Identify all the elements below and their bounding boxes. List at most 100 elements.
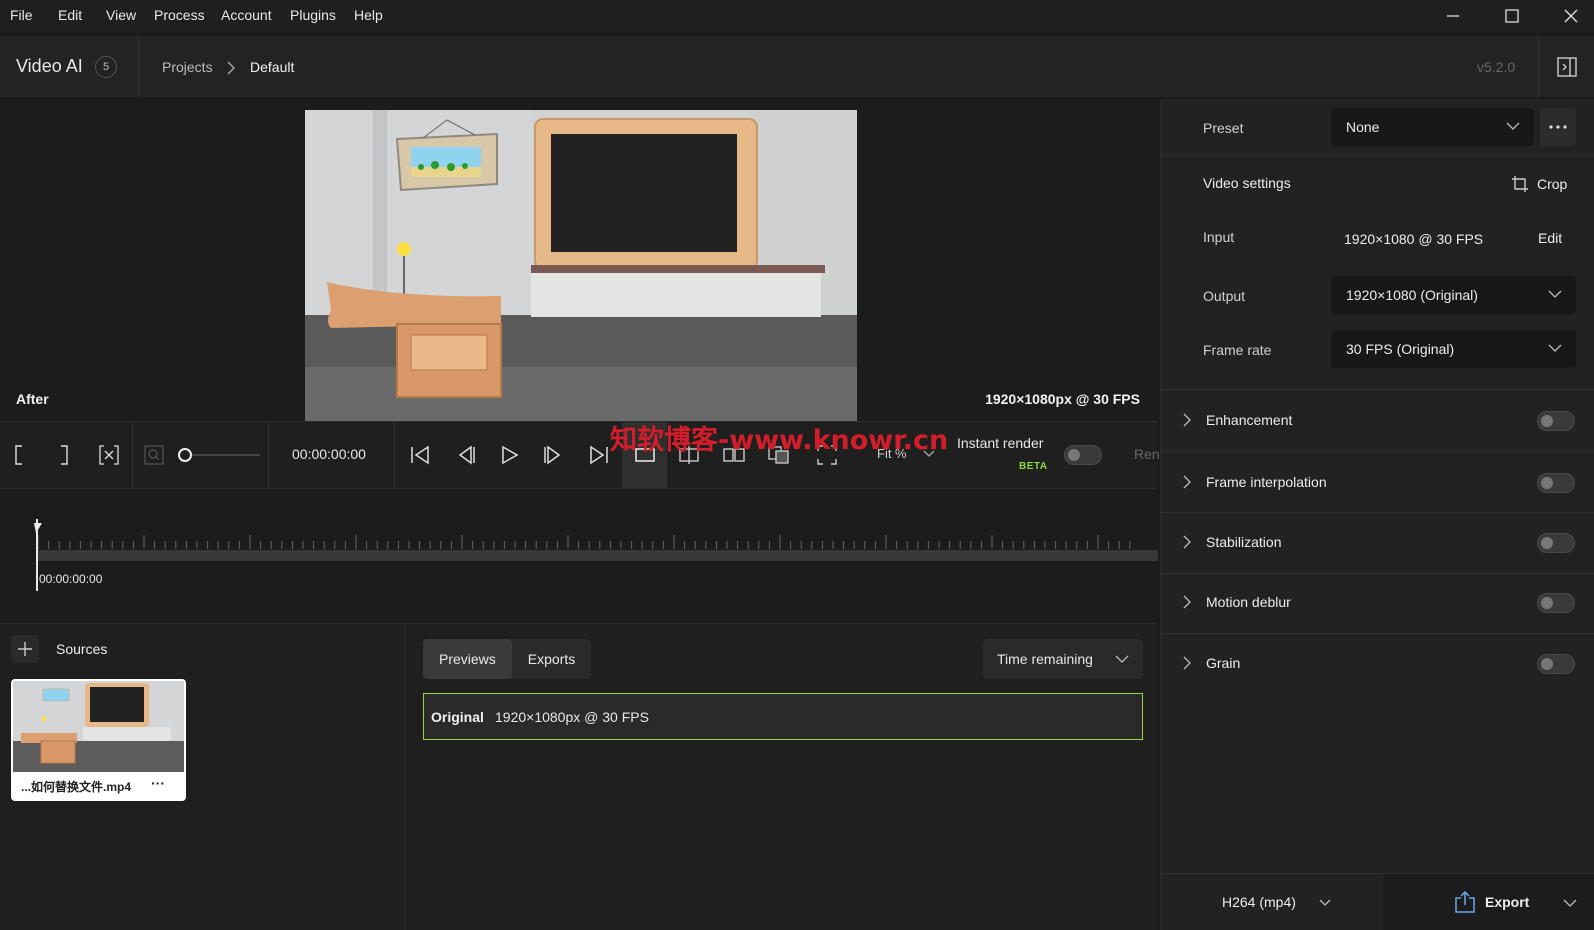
playhead-handle-icon[interactable]: [34, 523, 44, 533]
menu-plugins[interactable]: Plugins: [290, 7, 336, 23]
frame-rate-value: 30 FPS (Original): [1346, 341, 1455, 357]
go-to-start-button[interactable]: [405, 422, 435, 488]
preset-label: Preset: [1203, 120, 1244, 136]
more-horizontal-icon: [1549, 125, 1567, 129]
clear-points-button[interactable]: [95, 422, 123, 488]
enhancement-toggle[interactable]: [1537, 411, 1575, 431]
chevron-down-icon: [1548, 344, 1562, 352]
codec-select[interactable]: H264 (mp4): [1161, 874, 1383, 930]
grain-toggle[interactable]: [1537, 654, 1575, 674]
close-button[interactable]: [1542, 0, 1594, 32]
view-mode-label: After: [16, 391, 49, 407]
zoom-icon: [144, 445, 164, 465]
frame-interpolation-toggle[interactable]: [1537, 473, 1575, 493]
panel-divider: [1161, 155, 1594, 156]
preview-name: Original: [431, 709, 484, 725]
play-icon: [502, 445, 519, 465]
frame-rate-select[interactable]: 30 FPS (Original): [1331, 330, 1576, 368]
previous-frame-button[interactable]: [450, 422, 480, 488]
crop-icon: [1512, 176, 1528, 192]
panel-toggle-button[interactable]: [1538, 36, 1594, 98]
next-frame-button[interactable]: [539, 422, 569, 488]
chevron-down-icon: [1319, 899, 1331, 906]
timeline[interactable]: 00:00:00:00: [0, 489, 1158, 621]
section-stabilization[interactable]: Stabilization: [1161, 513, 1594, 573]
source-more-button[interactable]: ···: [151, 775, 165, 791]
minimize-button[interactable]: [1424, 0, 1482, 32]
toolbar-divider: [268, 422, 269, 488]
tab-exports[interactable]: Exports: [512, 639, 591, 679]
crop-label: Crop: [1537, 176, 1568, 192]
previews-panel: Previews Exports Time remaining Original…: [407, 623, 1158, 930]
menu-view[interactable]: View: [106, 7, 136, 23]
video-frame[interactable]: [305, 110, 857, 421]
section-grain[interactable]: Grain: [1161, 634, 1594, 694]
source-card[interactable]: ...如何替换文件.mp4 ···: [11, 679, 186, 801]
sources-title: Sources: [56, 641, 108, 657]
panel-divider: [1161, 451, 1594, 452]
step-back-icon: [458, 445, 475, 465]
export-button[interactable]: Export: [1383, 874, 1594, 930]
sort-select[interactable]: Time remaining: [983, 639, 1143, 679]
set-out-point-button[interactable]: [53, 422, 75, 488]
menu-edit[interactable]: Edit: [58, 7, 82, 23]
zoom-timeline-button[interactable]: [142, 422, 166, 488]
current-timecode[interactable]: 00:00:00:00: [292, 446, 366, 462]
stabilization-toggle[interactable]: [1537, 533, 1575, 553]
tab-previews[interactable]: Previews: [423, 639, 512, 679]
playback-toolbar: 00:00:00:00 Fit % Instant render BETA Re…: [0, 421, 1160, 489]
video-frame-image: [305, 110, 857, 421]
preset-select[interactable]: None: [1331, 108, 1534, 146]
preview-resolution: 1920×1080px @ 30 FPS: [495, 709, 649, 725]
add-source-button[interactable]: [11, 635, 39, 663]
menu-process[interactable]: Process: [154, 7, 205, 23]
chevron-right-icon: [1183, 656, 1191, 670]
maximize-button[interactable]: [1483, 0, 1541, 32]
section-title: Motion deblur: [1206, 594, 1291, 610]
section-title: Stabilization: [1206, 534, 1282, 550]
bracket-left-icon: [15, 445, 22, 465]
preset-more-button[interactable]: [1540, 108, 1576, 146]
timeline-track[interactable]: [36, 550, 1158, 561]
menu-account[interactable]: Account: [221, 7, 272, 23]
menu-help[interactable]: Help: [354, 7, 383, 23]
bracket-right-icon: [61, 445, 68, 465]
watermark: 知软博客-www.knowr.cn: [610, 425, 949, 456]
zoom-slider[interactable]: [176, 422, 262, 488]
output-select[interactable]: 1920×1080 (Original): [1331, 276, 1576, 314]
version-label: v5.2.0: [1477, 59, 1516, 75]
set-in-point-button[interactable]: [8, 422, 30, 488]
motion-deblur-toggle[interactable]: [1537, 593, 1575, 613]
section-motion-deblur[interactable]: Motion deblur: [1161, 573, 1594, 633]
source-thumbnail: [13, 681, 184, 772]
toolbar-divider: [394, 422, 395, 488]
render-button[interactable]: Ren: [1134, 446, 1160, 462]
sources-panel: Sources ...如何替换文件.mp4 ···: [0, 623, 406, 930]
video-settings-label: Video settings: [1203, 175, 1291, 191]
section-frame-interpolation[interactable]: Frame interpolation: [1161, 453, 1594, 513]
minimize-icon: [1447, 15, 1459, 17]
menu-file[interactable]: File: [10, 7, 33, 23]
edit-input-button[interactable]: Edit: [1538, 230, 1562, 246]
chevron-right-icon: [1183, 595, 1191, 609]
section-enhancement[interactable]: Enhancement: [1161, 391, 1594, 451]
chevron-down-icon[interactable]: [1563, 899, 1577, 907]
section-title: Frame interpolation: [1206, 474, 1327, 490]
frame-rate-label: Frame rate: [1203, 342, 1272, 358]
source-file-name: ...如何替换文件.mp4: [21, 780, 132, 794]
output-label: Output: [1203, 288, 1246, 304]
preview-row[interactable]: Original 1920×1080px @ 30 FPS: [423, 693, 1143, 740]
zoom-slider-track: [178, 448, 260, 462]
chevron-right-icon: [227, 61, 235, 75]
output-value: 1920×1080 (Original): [1346, 287, 1478, 303]
export-icon: [1455, 891, 1475, 913]
section-title: Grain: [1206, 655, 1241, 671]
play-button[interactable]: [494, 422, 524, 488]
header-divider: [138, 36, 139, 98]
breadcrumb-projects[interactable]: Projects: [162, 59, 213, 75]
instant-render-toggle[interactable]: [1064, 445, 1102, 465]
app-badge: 5: [95, 56, 117, 78]
toolbar-divider: [132, 422, 133, 488]
crop-button[interactable]: Crop: [1511, 172, 1567, 196]
close-icon: [1564, 9, 1578, 23]
